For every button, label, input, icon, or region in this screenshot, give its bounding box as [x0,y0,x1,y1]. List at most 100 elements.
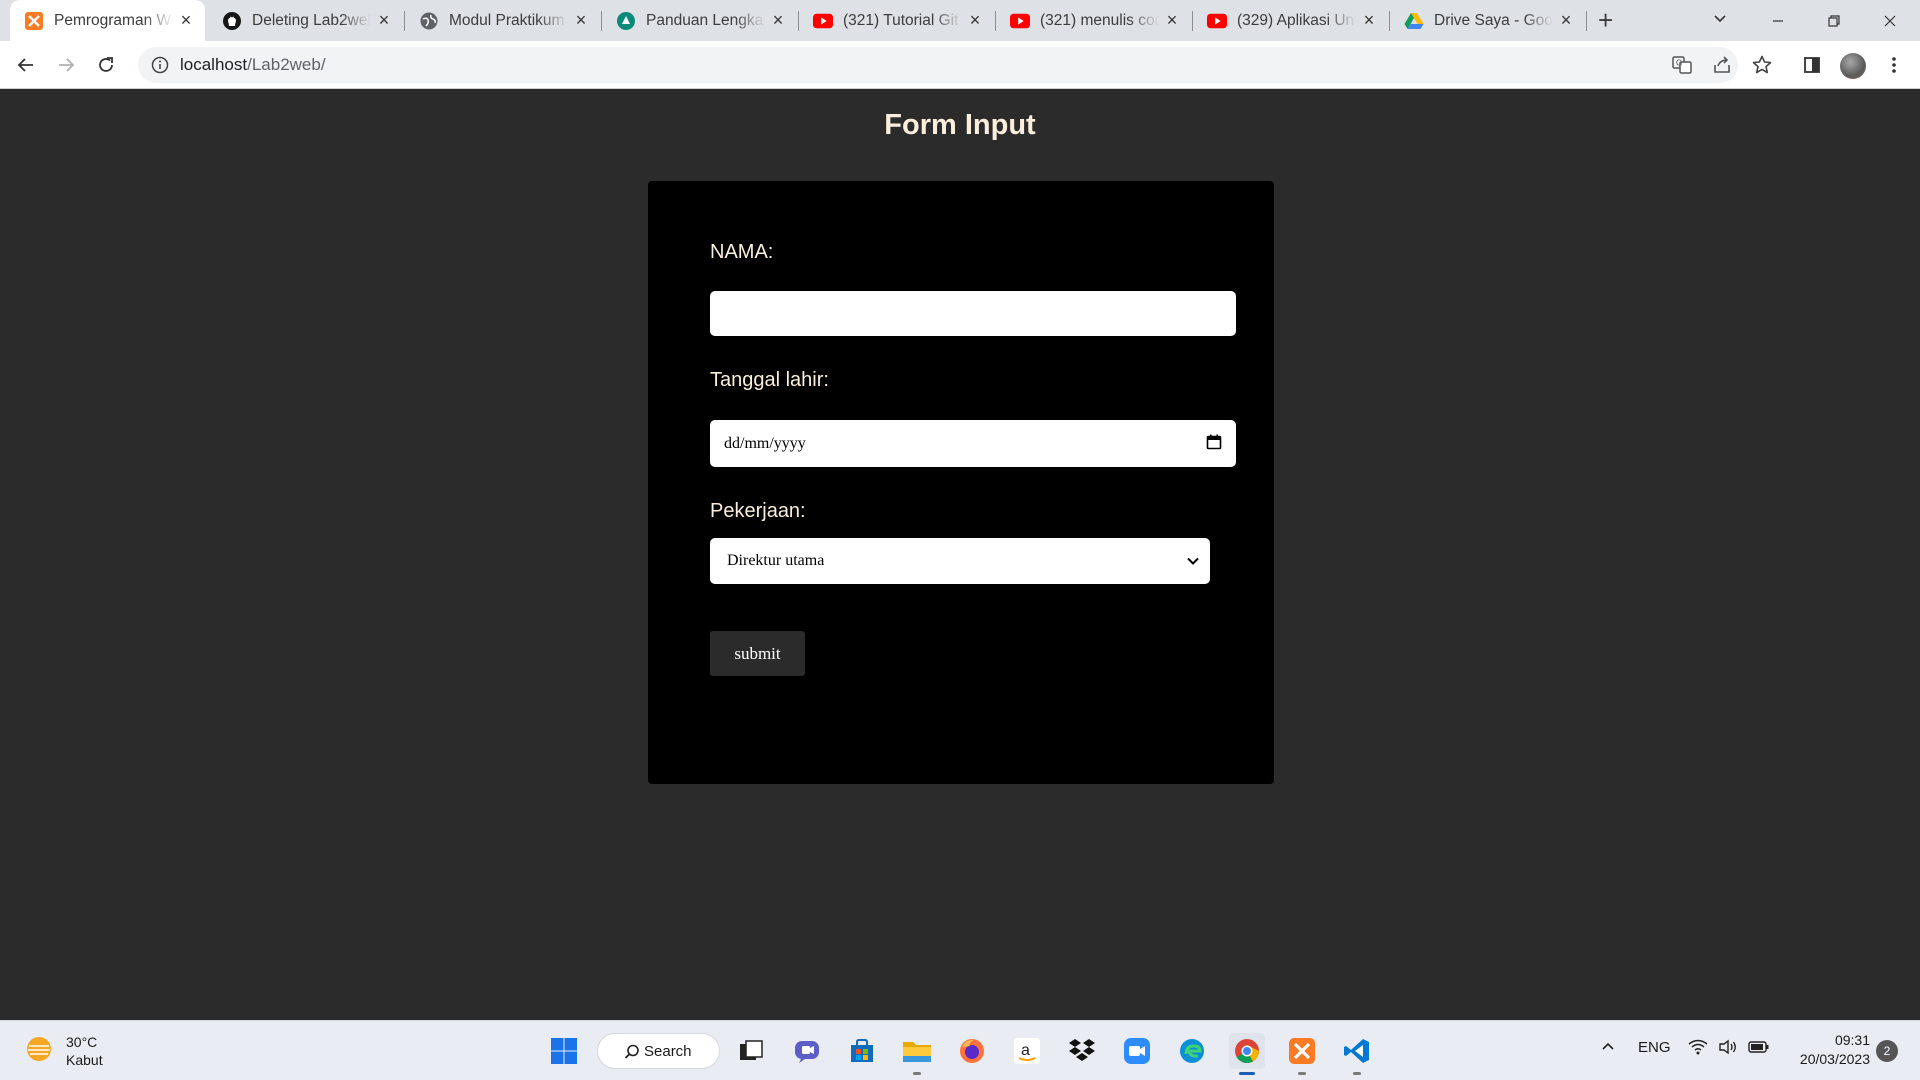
wifi-icon[interactable] [1688,1039,1708,1059]
tab-title: Pemrograman Web [54,11,173,29]
svg-text:a: a [1021,1042,1030,1059]
windows-start-icon[interactable] [546,1033,582,1069]
pekerjaan-selected-value: Direktur utama [727,552,825,569]
tab-title: (329) Aplikasi Unt [1237,11,1356,29]
notification-badge[interactable]: 2 [1876,1040,1898,1062]
tab-panduan-lengkap[interactable]: Panduan Lengkap × [602,0,797,41]
tab-title: (321) menulis cod [1040,11,1159,29]
close-tab-icon[interactable]: × [375,10,393,30]
edge-icon[interactable] [1174,1033,1210,1069]
microsoft-store-icon[interactable] [844,1033,880,1069]
close-tab-icon[interactable]: × [966,10,984,30]
xampp-icon [24,11,44,31]
weather-widget[interactable]: 30°C Kabut [24,1033,103,1069]
google-drive-icon [1404,11,1424,31]
file-explorer-icon[interactable] [899,1033,935,1075]
pekerjaan-select[interactable]: Direktur utama [710,538,1210,584]
chevron-down-icon [1186,554,1200,573]
tab-title: (321) Tutorial Git [843,11,959,29]
task-view-icon[interactable] [733,1033,769,1069]
tab-modul-praktikum[interactable]: Modul Praktikum × [405,0,600,41]
date-placeholder: dd/mm/yyyy [724,434,806,452]
submit-button[interactable]: submit [710,631,805,676]
tab-aplikasi[interactable]: (329) Aplikasi Unt × [1193,0,1388,41]
tab-title: Deleting Lab2web [252,11,371,29]
chrome-icon[interactable] [1229,1033,1265,1075]
url-text: localhost/Lab2web/ [180,55,326,75]
url-host: localhost [180,55,248,74]
site-icon [616,11,636,31]
system-clock[interactable]: 09:31 20/03/2023 [1780,1031,1870,1069]
tab-separator [1586,11,1587,31]
svg-text:G: G [1676,59,1682,68]
show-hidden-icons-chevron-icon[interactable] [1600,1039,1616,1059]
firefox-icon[interactable] [954,1033,990,1069]
tab-deleting-lab2web[interactable]: Deleting Lab2web × [208,0,403,41]
close-tab-icon[interactable]: × [1360,10,1378,30]
back-arrow-icon[interactable] [12,51,40,79]
weather-sun-icon [24,1034,54,1069]
tab-pemrograman-web[interactable]: Pemrograman Web × [10,0,205,41]
page-content: Form Input NAMA: Tanggal lahir: dd/mm/yy… [0,89,1920,1020]
calendar-icon[interactable] [1206,434,1222,455]
weather-desc: Kabut [66,1052,103,1068]
browser-tab-strip: Pemrograman Web × Deleting Lab2web × Mod… [0,0,1920,41]
close-tab-icon[interactable]: × [1163,10,1181,30]
side-panel-icon[interactable] [1800,53,1824,77]
vscode-icon[interactable] [1339,1033,1375,1075]
address-bar[interactable]: localhost/Lab2web/ [138,47,1738,83]
taskbar-search[interactable]: Search [597,1033,720,1069]
nama-input[interactable] [710,291,1236,336]
restore-button[interactable] [1806,0,1862,41]
share-icon[interactable] [1710,53,1734,77]
tab-title: Panduan Lengkap [646,11,765,29]
amazon-icon[interactable]: a [1009,1033,1045,1069]
youtube-icon [1207,11,1227,31]
xampp-icon[interactable] [1284,1033,1320,1075]
tab-search-chevron-icon[interactable] [1712,10,1728,31]
dropbox-icon[interactable] [1064,1033,1100,1069]
zoom-icon[interactable] [1119,1033,1155,1069]
close-tab-icon[interactable]: × [769,10,787,30]
weather-temp: 30°C [66,1034,98,1050]
tanggal-lahir-label: Tanggal lahir: [710,369,829,391]
nama-label: NAMA: [710,241,774,263]
globe-icon [419,11,439,31]
pekerjaan-label: Pekerjaan: [710,500,806,522]
new-tab-button[interactable]: + [1598,7,1613,33]
page-title: Form Input [884,109,1036,141]
form-card: NAMA: Tanggal lahir: dd/mm/yyyy Pekerjaa… [648,181,1274,784]
windows-taskbar: 30°C Kabut Search a ENG 09:31 20/03/2023… [0,1020,1920,1080]
youtube-icon [813,11,833,31]
youtube-icon [1010,11,1030,31]
clock-date: 20/03/2023 [1799,1051,1870,1067]
close-tab-icon[interactable]: × [177,10,195,30]
url-path: /Lab2web/ [247,55,326,74]
profile-avatar[interactable] [1840,53,1866,79]
site-info-icon[interactable] [150,55,170,75]
teams-chat-icon[interactable] [789,1033,825,1069]
close-tab-icon[interactable]: × [1557,10,1575,30]
close-tab-icon[interactable]: × [572,10,590,30]
browser-toolbar: localhost/Lab2web/ G [0,41,1920,89]
tab-tutorial-git[interactable]: (321) Tutorial Git × [799,0,994,41]
clock-time: 09:31 [1834,1032,1870,1048]
battery-icon[interactable] [1748,1039,1770,1059]
tanggal-lahir-input[interactable]: dd/mm/yyyy [710,420,1236,467]
tab-menulis-code[interactable]: (321) menulis cod × [996,0,1191,41]
reload-icon[interactable] [92,51,120,79]
github-icon [222,11,242,31]
tab-title: Drive Saya - Goog [1434,11,1553,29]
search-icon [624,1044,639,1059]
translate-icon[interactable]: G [1670,53,1694,77]
tab-title: Modul Praktikum [449,11,565,29]
search-label: Search [644,1042,692,1060]
bookmark-star-icon[interactable] [1750,53,1774,77]
tab-drive-saya[interactable]: Drive Saya - Goog × [1390,0,1585,41]
volume-icon[interactable] [1718,1039,1738,1059]
language-indicator[interactable]: ENG [1638,1039,1671,1056]
menu-kebab-icon[interactable] [1882,53,1906,77]
forward-arrow-icon[interactable] [52,51,80,79]
minimize-button[interactable] [1750,0,1806,41]
close-window-button[interactable] [1862,0,1918,41]
